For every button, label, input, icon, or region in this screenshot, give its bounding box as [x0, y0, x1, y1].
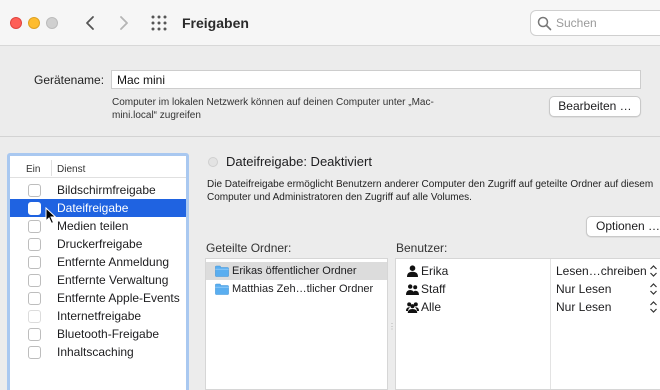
edit-button[interactable]: Bearbeiten …: [549, 96, 641, 117]
split-handle[interactable]: ⋮: [388, 322, 396, 331]
service-label: Entfernte Apple-Events: [57, 291, 180, 305]
permission-popup[interactable]: Nur Lesen: [556, 300, 611, 314]
folder-icon: [215, 283, 229, 295]
search-icon: [537, 16, 552, 31]
zoom-window-button[interactable]: [46, 17, 58, 29]
everyone-icon: [406, 302, 419, 313]
service-label: Bluetooth-Freigabe: [57, 327, 160, 341]
service-checkbox[interactable]: [28, 310, 41, 323]
shared-folders-header: Geteilte Ordner:: [206, 241, 292, 255]
back-button[interactable]: [80, 12, 102, 34]
column-divider: [51, 160, 52, 176]
service-row-dateifreigabe[interactable]: Dateifreigabe: [10, 199, 186, 217]
user-name: Alle: [421, 300, 442, 314]
service-row-entfernte-apple-events[interactable]: Entfernte Apple-Events: [10, 289, 186, 307]
search-input[interactable]: [556, 15, 660, 31]
service-row-entfernte-anmeldung[interactable]: Entfernte Anmeldung: [10, 253, 186, 271]
folder-label: Erikas öffentlicher Ordner: [232, 265, 357, 277]
service-checkbox[interactable]: [28, 220, 41, 233]
permission-popup[interactable]: Nur Lesen: [556, 282, 611, 296]
service-row-internetfreigabe[interactable]: Internetfreigabe: [10, 307, 186, 325]
device-name-note: Computer im lokalen Netzwerk können auf …: [112, 97, 434, 121]
chevron-right-icon: [120, 16, 128, 30]
device-name-field[interactable]: [111, 70, 641, 89]
service-checkbox[interactable]: [28, 256, 41, 269]
updown-arrows-icon: [650, 265, 657, 277]
window-title: Freigaben: [182, 15, 249, 31]
folder-label: Matthias Zeh…tlicher Ordner: [232, 283, 374, 295]
service-label: Bildschirmfreigabe: [57, 183, 156, 197]
title-bar: Freigaben: [0, 0, 660, 46]
service-label: Medien teilen: [57, 219, 129, 233]
folder-icon: [215, 265, 229, 277]
close-window-button[interactable]: [10, 17, 22, 29]
service-list: Ein Dienst Bildschirmfreigabe Dateifreig…: [7, 153, 189, 390]
service-row-bildschirmfreigabe[interactable]: Bildschirmfreigabe: [10, 181, 186, 199]
user-row-erika[interactable]: Erika Lesen…chreiben: [396, 262, 660, 280]
service-label: Inhaltscaching: [57, 345, 134, 359]
service-row-druckerfreigabe[interactable]: Druckerfreigabe: [10, 235, 186, 253]
service-checkbox[interactable]: [28, 328, 41, 341]
service-checkbox[interactable]: [28, 202, 41, 215]
service-checkbox[interactable]: [28, 184, 41, 197]
service-checkbox[interactable]: [28, 346, 41, 359]
user-row-alle[interactable]: Alle Nur Lesen: [396, 298, 660, 316]
forward-button[interactable]: [112, 12, 134, 34]
service-row-medien-teilen[interactable]: Medien teilen: [10, 217, 186, 235]
show-all-button[interactable]: [150, 14, 168, 32]
service-label: Entfernte Verwaltung: [57, 273, 169, 287]
minimize-window-button[interactable]: [28, 17, 40, 29]
service-row-inhaltscaching[interactable]: Inhaltscaching: [10, 343, 186, 361]
service-label: Internetfreigabe: [57, 309, 142, 323]
device-name-label: Gerätename:: [34, 73, 105, 87]
divider: [0, 136, 660, 137]
grid-icon: [151, 15, 167, 31]
service-list-header: Ein Dienst: [10, 156, 186, 178]
user-name: Erika: [421, 264, 449, 278]
service-checkbox[interactable]: [28, 292, 41, 305]
service-label: Druckerfreigabe: [57, 237, 143, 251]
sharing-description: Die Dateifreigabe ermöglicht Benutzern a…: [207, 179, 654, 203]
sharing-status: Dateifreigabe: Deaktiviert: [226, 154, 372, 169]
folder-row[interactable]: Matthias Zeh…tlicher Ordner: [206, 280, 387, 298]
search-field[interactable]: [530, 10, 660, 36]
chevron-left-icon: [86, 16, 94, 30]
updown-arrows-icon: [650, 301, 657, 313]
service-label: Dateifreigabe: [57, 201, 129, 215]
permission-popup[interactable]: Lesen…chreiben: [556, 264, 647, 278]
mouse-pointer-icon: [45, 207, 57, 225]
folder-row[interactable]: Erikas öffentlicher Ordner: [206, 262, 387, 280]
status-indicator: [208, 157, 218, 167]
service-checkbox[interactable]: [28, 238, 41, 251]
service-row-bluetooth-freigabe[interactable]: Bluetooth-Freigabe: [10, 325, 186, 343]
group-icon: [406, 284, 419, 295]
person-icon: [407, 265, 418, 277]
service-label: Entfernte Anmeldung: [57, 255, 170, 269]
user-name: Staff: [421, 282, 446, 296]
options-button[interactable]: Optionen …: [586, 216, 660, 237]
column-header-on[interactable]: Ein: [26, 164, 40, 175]
column-header-service[interactable]: Dienst: [57, 164, 85, 175]
service-row-entfernte-verwaltung[interactable]: Entfernte Verwaltung: [10, 271, 186, 289]
users-list: Erika Lesen…chreiben Staff Nur Lesen All…: [395, 258, 660, 390]
users-header: Benutzer:: [396, 241, 448, 255]
updown-arrows-icon: [650, 283, 657, 295]
user-row-staff[interactable]: Staff Nur Lesen: [396, 280, 660, 298]
service-checkbox[interactable]: [28, 274, 41, 287]
shared-folders-list: Erikas öffentlicher Ordner Matthias Zeh……: [205, 258, 388, 390]
